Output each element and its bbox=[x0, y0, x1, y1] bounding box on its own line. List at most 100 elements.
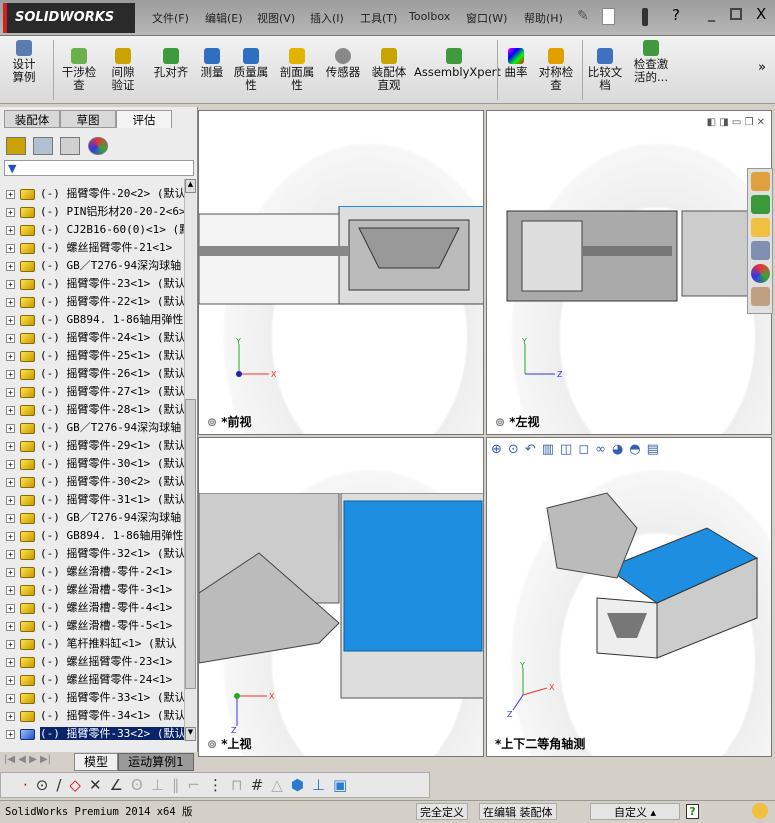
zoom-to-fit-icon[interactable]: ⊕ bbox=[491, 442, 508, 457]
scene-icon[interactable]: ◓ bbox=[629, 442, 646, 457]
expand-icon[interactable]: + bbox=[6, 333, 15, 343]
minimize-button[interactable]: _ bbox=[708, 6, 715, 22]
tree-item[interactable]: + (-) 摇臂零件-22<1> (默认 bbox=[6, 293, 184, 311]
expand-icon[interactable]: + bbox=[6, 297, 15, 307]
file-explorer-icon[interactable] bbox=[751, 218, 770, 237]
tree-item[interactable]: + (-) 摇臂零件-30<2> (默认 bbox=[6, 473, 184, 491]
design-study-button[interactable]: 设计算例 bbox=[8, 40, 40, 84]
clearance-button[interactable]: 间隙验证 bbox=[106, 48, 140, 92]
menu-insert[interactable]: 插入(I) bbox=[310, 10, 344, 26]
heads-up-view-toolbar[interactable]: ⊕⊙↶▥◫◻∞◕◓▤ bbox=[491, 442, 771, 462]
tree-item[interactable]: + (-) 摇臂零件-28<1> (默认 bbox=[6, 401, 184, 419]
expand-icon[interactable]: + bbox=[6, 693, 15, 703]
expand-icon[interactable]: + bbox=[6, 675, 15, 685]
expand-icon[interactable]: + bbox=[6, 711, 15, 721]
maximize-button[interactable] bbox=[730, 8, 742, 20]
viewport-front[interactable]: YX ⊚ *前视 bbox=[198, 110, 484, 435]
expand-icon[interactable]: + bbox=[6, 225, 15, 235]
expand-icon[interactable]: + bbox=[6, 549, 15, 559]
measure-button[interactable]: 测量 bbox=[198, 48, 226, 79]
tree-item[interactable]: + (-) 螺丝滑槽-零件-3<1> bbox=[6, 581, 184, 599]
tree-item[interactable]: + (-) 摇臂零件-29<1> (默认 bbox=[6, 437, 184, 455]
tree-item[interactable]: + (-) GB／T276-94深沟球轴 bbox=[6, 257, 184, 275]
perpendicular-icon[interactable]: ⊥ bbox=[151, 776, 172, 794]
assembly-visual-button[interactable]: 装配体直观 bbox=[368, 48, 410, 92]
tab-motion-study[interactable]: 运动算例1 bbox=[118, 753, 194, 771]
tree-item[interactable]: + (-) 摇臂零件-23<1> (默认 bbox=[6, 275, 184, 293]
tree-item[interactable]: + (-) 摇臂零件-32<1> (默认 bbox=[6, 545, 184, 563]
line-icon[interactable]: / bbox=[56, 776, 69, 794]
check-active-button[interactable]: 检查激活的... bbox=[630, 40, 672, 84]
interference-button[interactable]: 干涉检查 bbox=[60, 48, 98, 92]
menu-tools[interactable]: 工具(T) bbox=[360, 10, 397, 26]
tab-evaluate[interactable]: 评估 bbox=[116, 110, 172, 128]
home-icon[interactable] bbox=[751, 172, 770, 191]
midpoint-icon[interactable]: ⋮ bbox=[208, 776, 231, 794]
tree-scrollbar[interactable]: ▲ ▼ bbox=[184, 179, 196, 741]
more-chevron-icon[interactable]: » bbox=[758, 60, 766, 75]
tree-item[interactable]: + (-) 笔杆推料缸<1> (默认 bbox=[6, 635, 184, 653]
section-props-button[interactable]: 剖面属性 bbox=[278, 48, 316, 92]
tree-item[interactable]: + (-) 螺丝摇臂零件-21<1> bbox=[6, 239, 184, 257]
circle-icon[interactable]: ⊙ bbox=[36, 776, 57, 794]
perimeter-circle-icon[interactable]: ◇ bbox=[69, 776, 89, 794]
section-view-icon[interactable]: ▥ bbox=[542, 442, 560, 457]
angle-icon[interactable]: ∠ bbox=[110, 776, 131, 794]
custom-properties-icon[interactable] bbox=[751, 287, 770, 306]
menu-view[interactable]: 视图(V) bbox=[257, 10, 295, 26]
view-settings-icon[interactable]: ▤ bbox=[647, 442, 665, 457]
assemblyxpert-button[interactable]: AssemblyXpert bbox=[414, 48, 501, 79]
tree-item[interactable]: + (-) 螺丝摇臂零件-24<1> bbox=[6, 671, 184, 689]
expand-icon[interactable]: + bbox=[6, 315, 15, 325]
view-palette-icon[interactable] bbox=[751, 241, 770, 260]
viewport-left[interactable]: ◧ ◨ ▭ ❐ ✕ YZ ⊚ *左视 bbox=[486, 110, 772, 435]
tree-item[interactable]: + (-) 螺丝滑槽-零件-2<1> bbox=[6, 563, 184, 581]
scroll-thumb[interactable] bbox=[185, 399, 196, 689]
appearance-icon[interactable]: ◕ bbox=[612, 442, 629, 457]
expand-icon[interactable]: + bbox=[6, 423, 15, 433]
expand-icon[interactable]: + bbox=[6, 639, 15, 649]
tree-item[interactable]: + (-) 摇臂零件-24<1> (默认 bbox=[6, 329, 184, 347]
help-icon[interactable]: ? bbox=[672, 6, 680, 24]
tab-sketch[interactable]: 草图 bbox=[60, 110, 116, 128]
tree-item[interactable]: + (-) 摇臂零件-34<1> (默认 bbox=[6, 707, 184, 725]
point-icon[interactable]: · bbox=[23, 776, 36, 794]
expand-icon[interactable]: + bbox=[6, 261, 15, 271]
filter-field[interactable]: ▼ bbox=[4, 160, 194, 176]
expand-icon[interactable]: + bbox=[6, 279, 15, 289]
expand-icon[interactable]: + bbox=[6, 621, 15, 631]
tree-item[interactable]: + (-) 摇臂零件-27<1> (默认 bbox=[6, 383, 184, 401]
units-selector[interactable]: 自定义 ▴ bbox=[590, 803, 680, 820]
mass-props-button[interactable]: 质量属性 bbox=[232, 48, 270, 92]
expand-icon[interactable]: + bbox=[6, 369, 15, 379]
expand-icon[interactable]: + bbox=[6, 729, 15, 739]
expand-icon[interactable]: + bbox=[6, 585, 15, 595]
tree-item[interactable]: + (-) GB894. 1-86轴用弹性 bbox=[6, 527, 184, 545]
viewport-window-controls[interactable]: ◧ ◨ ▭ ❐ ✕ bbox=[707, 117, 765, 128]
menu-file[interactable]: 文件(F) bbox=[152, 10, 189, 26]
rebuild-icon[interactable] bbox=[752, 803, 768, 819]
distance-icon[interactable]: ⊓ bbox=[231, 776, 251, 794]
parallel-icon[interactable]: ∥ bbox=[172, 776, 188, 794]
curvature-button[interactable]: 曲率 bbox=[502, 48, 530, 79]
compare-button[interactable]: 比较文档 bbox=[586, 48, 624, 92]
tree-item[interactable]: + (-) 螺丝滑槽-零件-4<1> bbox=[6, 599, 184, 617]
menu-help[interactable]: 帮助(H) bbox=[524, 10, 563, 26]
expand-icon[interactable]: + bbox=[6, 207, 15, 217]
property-manager-tab-icon[interactable] bbox=[33, 137, 53, 155]
intersection-icon[interactable]: ✕ bbox=[89, 776, 110, 794]
corner-icon[interactable]: ⌐ bbox=[187, 776, 208, 794]
design-library-icon[interactable] bbox=[751, 195, 770, 214]
plane-icon[interactable]: ⊥ bbox=[312, 776, 333, 794]
display-manager-tab-icon[interactable] bbox=[88, 137, 108, 155]
triangle-icon[interactable]: △ bbox=[271, 776, 291, 794]
tree-item[interactable]: + (-) 螺丝滑槽-零件-5<1> bbox=[6, 617, 184, 635]
expand-icon[interactable]: + bbox=[6, 405, 15, 415]
expand-icon[interactable]: + bbox=[6, 567, 15, 577]
menu-window[interactable]: 窗口(W) bbox=[466, 10, 507, 26]
pin-icon[interactable]: ✎ bbox=[577, 8, 589, 24]
tree-item[interactable]: + (-) GB／T276-94深沟球轴 bbox=[6, 419, 184, 437]
tree-item[interactable]: + (-) CJ2B16-60(0)<1> (默 bbox=[6, 221, 184, 239]
hole-align-button[interactable]: 孔对齐 bbox=[150, 48, 192, 79]
symmetry-button[interactable]: 对称检查 bbox=[536, 48, 576, 92]
